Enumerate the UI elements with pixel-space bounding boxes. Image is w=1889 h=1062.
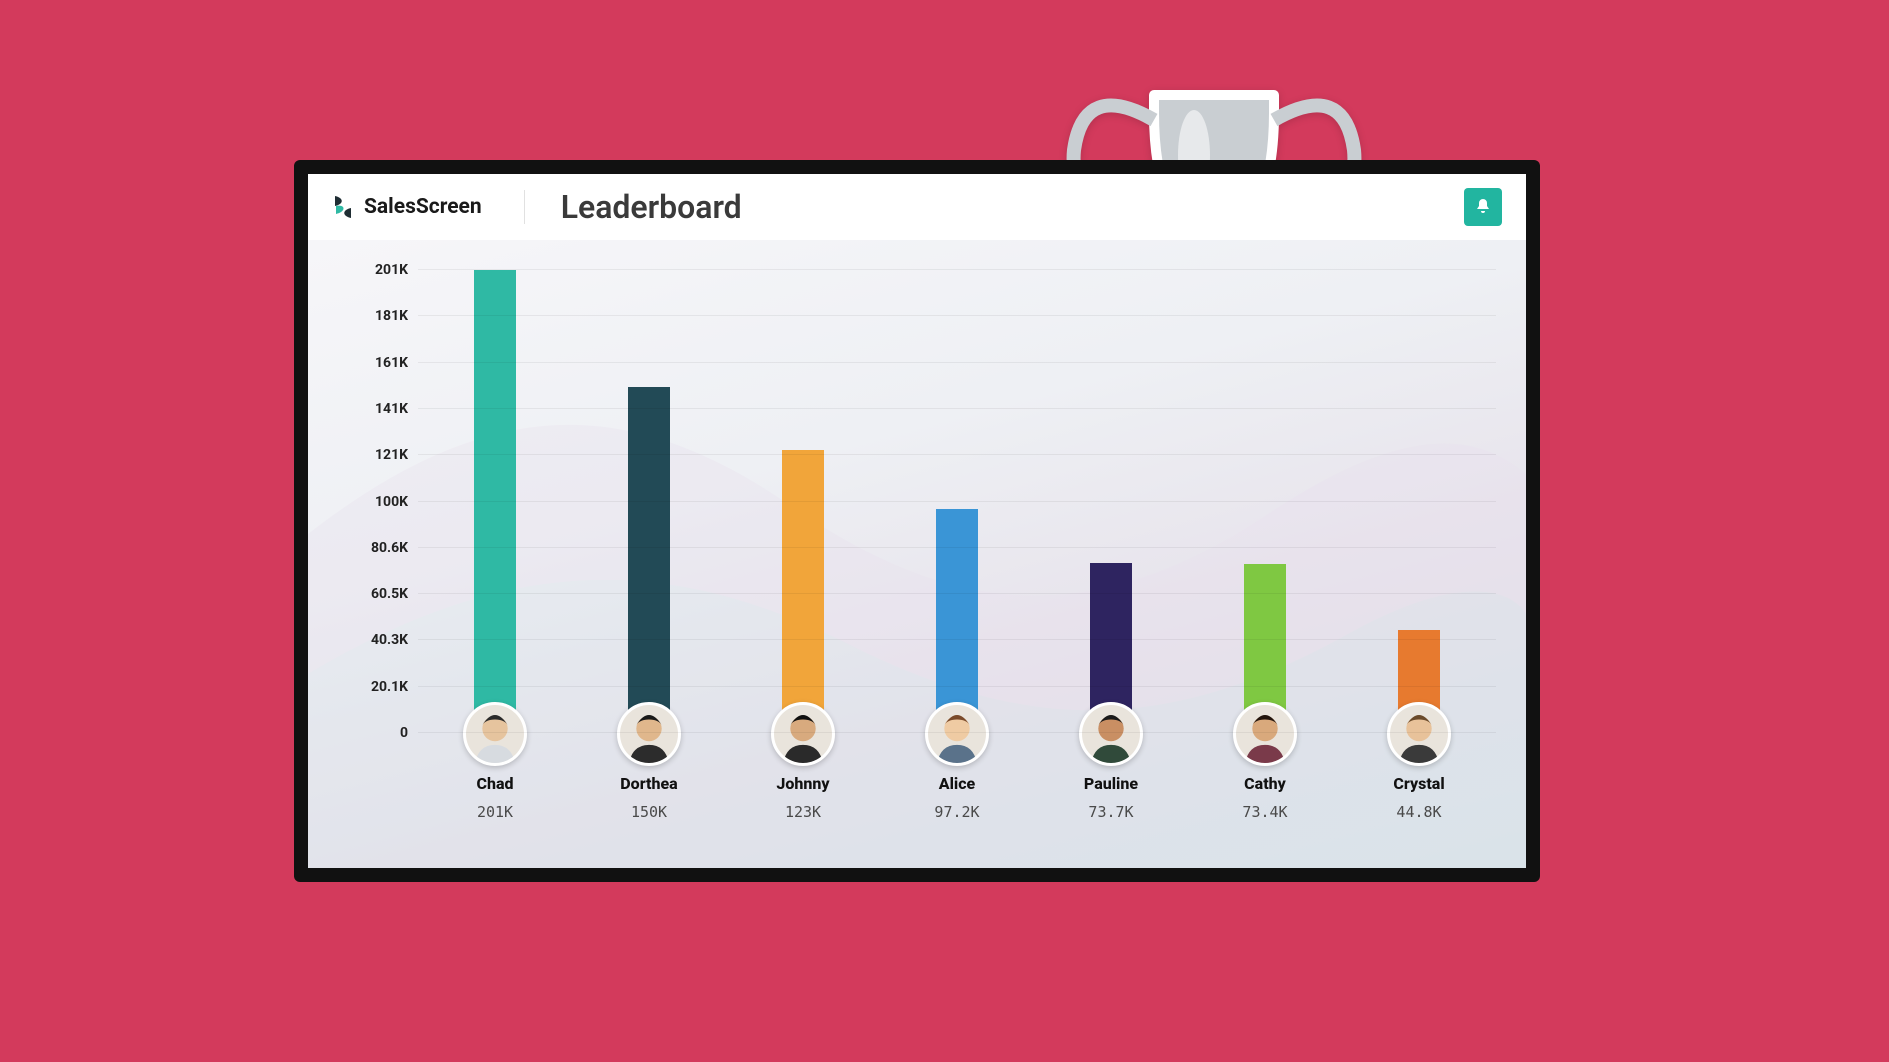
- gridline: [418, 593, 1496, 594]
- x-axis-col: Crystal 44.8K: [1342, 774, 1496, 821]
- category-value: 201K: [418, 803, 572, 821]
- chart-x-axis: Chad 201KDorthea 150KJohnny 123KAlice 97.2KP…: [418, 774, 1496, 821]
- bar-column: [572, 270, 726, 733]
- brand-name: SalesScreen: [364, 195, 482, 219]
- notify-button[interactable]: [1464, 188, 1502, 226]
- x-axis-col: Dorthea 150K: [572, 774, 726, 821]
- bar-column: [726, 270, 880, 733]
- bar: [936, 509, 978, 733]
- y-tick-label: 161K: [348, 355, 408, 371]
- monitor-frame: SalesScreen Leaderboard: [294, 160, 1540, 882]
- bar: [782, 450, 824, 733]
- category-name: Johnny: [726, 774, 880, 793]
- avatar: [1079, 702, 1143, 766]
- gridline: [418, 362, 1496, 363]
- bar-column: [1342, 270, 1496, 733]
- bar: [474, 270, 516, 733]
- y-tick-label: 40.3K: [348, 632, 408, 648]
- brand-logo-icon: [332, 194, 354, 220]
- category-name: Pauline: [1034, 774, 1188, 793]
- avatar: [617, 702, 681, 766]
- bar-column: [1188, 270, 1342, 733]
- x-axis-col: Cathy 73.4K: [1188, 774, 1342, 821]
- category-name: Crystal: [1342, 774, 1496, 793]
- gridline: [418, 269, 1496, 270]
- gridline: [418, 454, 1496, 455]
- category-value: 97.2K: [880, 803, 1034, 821]
- avatar: [463, 702, 527, 766]
- category-name: Chad: [418, 774, 572, 793]
- gridline: [418, 686, 1496, 687]
- y-tick-label: 121K: [348, 447, 408, 463]
- gridline: [418, 315, 1496, 316]
- bar: [628, 387, 670, 733]
- category-name: Alice: [880, 774, 1034, 793]
- category-name: Dorthea: [572, 774, 726, 793]
- y-tick-label: 141K: [348, 401, 408, 417]
- y-tick-label: 181K: [348, 308, 408, 324]
- y-tick-label: 201K: [348, 262, 408, 278]
- x-axis-col: Chad 201K: [418, 774, 572, 821]
- chart-plot-area: 020.1K40.3K60.5K80.6K100K121K141K161K181…: [418, 270, 1496, 733]
- category-value: 150K: [572, 803, 726, 821]
- x-axis-col: Alice 97.2K: [880, 774, 1034, 821]
- avatar: [1387, 702, 1451, 766]
- bar-column: [1034, 270, 1188, 733]
- header-divider: [524, 190, 525, 224]
- avatar: [1233, 702, 1297, 766]
- y-tick-label: 60.5K: [348, 586, 408, 602]
- category-value: 123K: [726, 803, 880, 821]
- y-tick-label: 80.6K: [348, 540, 408, 556]
- gridline: [418, 408, 1496, 409]
- screen: SalesScreen Leaderboard: [308, 174, 1526, 868]
- gridline: [418, 501, 1496, 502]
- header: SalesScreen Leaderboard: [308, 174, 1526, 240]
- category-value: 73.7K: [1034, 803, 1188, 821]
- gridline: [418, 732, 1496, 733]
- chart-bars: [418, 270, 1496, 733]
- category-value: 44.8K: [1342, 803, 1496, 821]
- bell-icon: [1473, 197, 1493, 217]
- category-value: 73.4K: [1188, 803, 1342, 821]
- bar-column: [418, 270, 572, 733]
- y-tick-label: 0: [348, 725, 408, 741]
- page-title: Leaderboard: [561, 188, 742, 226]
- avatar: [771, 702, 835, 766]
- y-tick-label: 20.1K: [348, 679, 408, 695]
- avatar: [925, 702, 989, 766]
- gridline: [418, 639, 1496, 640]
- y-tick-label: 100K: [348, 494, 408, 510]
- x-axis-col: Johnny 123K: [726, 774, 880, 821]
- leaderboard-chart: 0 20.1K 40.3K 60.5K 80.6K 100K 121K 141K 161K 181…: [308, 240, 1526, 868]
- gridline: [418, 547, 1496, 548]
- brand: SalesScreen: [332, 194, 482, 220]
- bar-column: [880, 270, 1034, 733]
- category-name: Cathy: [1188, 774, 1342, 793]
- x-axis-col: Pauline 73.7K: [1034, 774, 1188, 821]
